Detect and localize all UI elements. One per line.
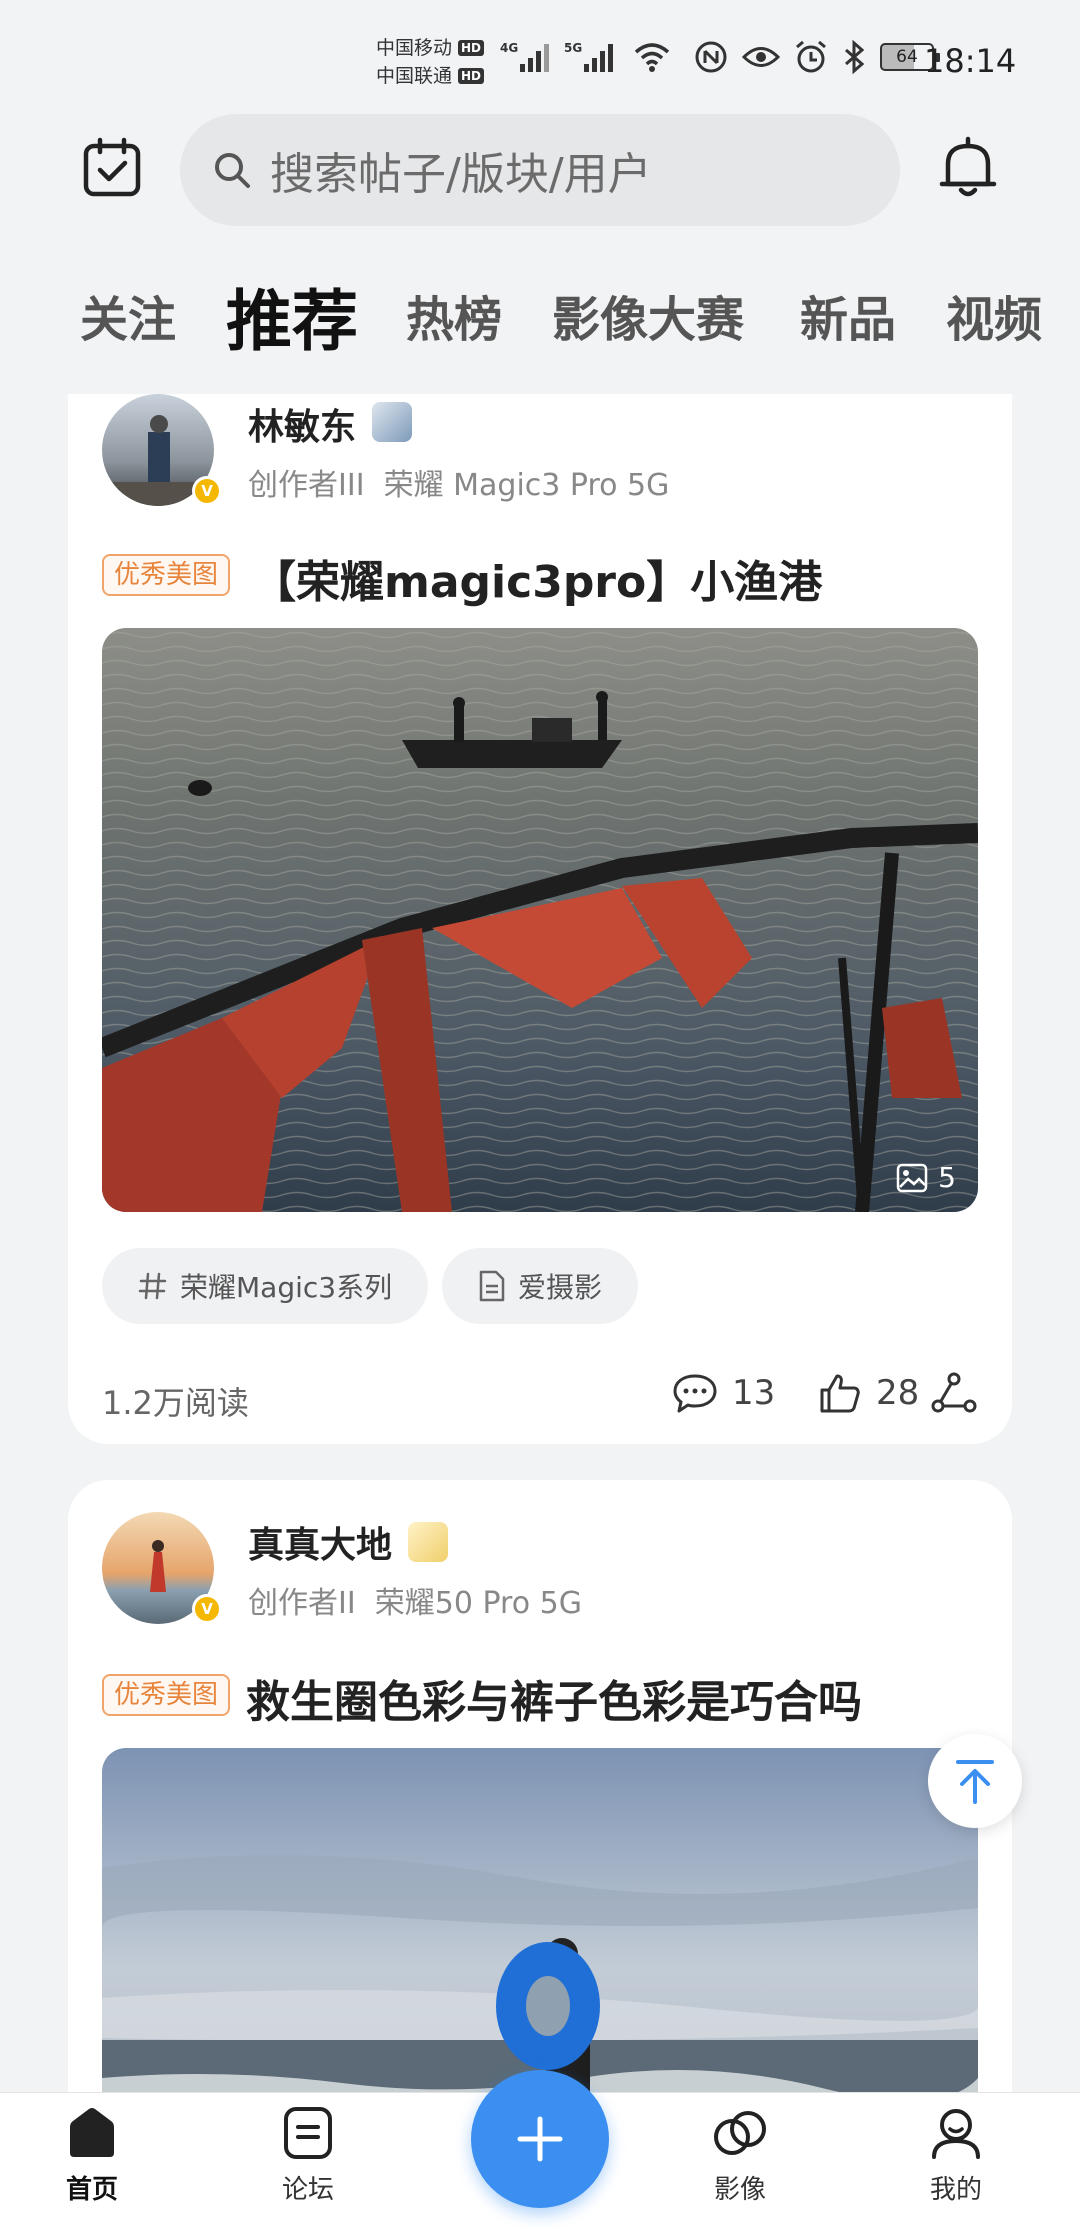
carrier-info: 中国移动 HD 中国联通 HD bbox=[376, 34, 485, 90]
verified-badge: V bbox=[192, 1594, 222, 1624]
notifications-button[interactable] bbox=[934, 134, 1002, 202]
creator-level-icon bbox=[408, 1522, 448, 1562]
tab-video[interactable]: 视频 bbox=[946, 280, 1042, 350]
topic-chip-label: 荣耀Magic3系列 bbox=[180, 1271, 393, 1304]
nav-profile[interactable]: 我的 bbox=[896, 2103, 1016, 2206]
nav-home[interactable]: 首页 bbox=[32, 2103, 152, 2206]
nav-profile-label: 我的 bbox=[929, 2175, 982, 2205]
nav-home-label: 首页 bbox=[65, 2175, 118, 2205]
share-button[interactable] bbox=[930, 1372, 978, 1414]
image-gallery-icon bbox=[896, 1163, 928, 1192]
post-card[interactable]: V 林敏东 创作者III 荣耀 Magic3 Pro 5G 优秀美图 【荣耀ma… bbox=[68, 394, 1012, 1444]
thumbs-up-icon bbox=[820, 1374, 860, 1413]
author-meta: 创作者III 荣耀 Magic3 Pro 5G bbox=[248, 460, 669, 504]
signal-indicators: 4G 5G bbox=[500, 40, 672, 74]
post-title[interactable]: 救生圈色彩与裤子色彩是巧合吗 bbox=[246, 1666, 862, 1730]
nav-forum[interactable]: 论坛 bbox=[248, 2103, 368, 2206]
bluetooth-icon bbox=[845, 40, 865, 74]
imaging-icon bbox=[714, 2111, 766, 2155]
hd-badge: HD bbox=[458, 40, 485, 56]
forum-icon bbox=[284, 2107, 332, 2159]
forum-chip[interactable]: 爱摄影 bbox=[442, 1248, 639, 1324]
comment-button[interactable]: 13 bbox=[672, 1372, 775, 1414]
verified-badge: V bbox=[192, 476, 222, 506]
wifi-icon bbox=[634, 43, 670, 72]
arrow-up-icon bbox=[956, 1760, 994, 1804]
tab-follow[interactable]: 关注 bbox=[80, 280, 176, 350]
home-icon bbox=[70, 2108, 114, 2157]
like-count: 28 bbox=[876, 1373, 920, 1413]
excellent-photo-tag: 优秀美图 bbox=[102, 1674, 231, 1716]
clock: 18:14 bbox=[924, 42, 1017, 80]
author-meta: 创作者II 荣耀50 Pro 5G bbox=[248, 1578, 582, 1622]
nav-forum-label: 论坛 bbox=[281, 2175, 334, 2205]
check-in-button[interactable] bbox=[80, 136, 144, 200]
net-5g-label: 5G bbox=[564, 41, 582, 55]
calendar-check-icon bbox=[83, 137, 141, 197]
read-count: 1.2万阅读 bbox=[102, 1384, 249, 1422]
eye-icon bbox=[742, 47, 780, 67]
topic-chip[interactable]: 荣耀Magic3系列 bbox=[102, 1248, 429, 1324]
search-bar[interactable]: 搜索帖子/版块/用户 bbox=[180, 114, 900, 226]
excellent-photo-tag: 优秀美图 bbox=[102, 554, 231, 596]
tab-new-products[interactable]: 新品 bbox=[800, 280, 896, 350]
nav-imaging-label: 影像 bbox=[713, 2175, 766, 2205]
alarm-icon bbox=[796, 40, 826, 73]
creator-level: 创作者II bbox=[248, 1586, 356, 1621]
search-icon bbox=[215, 153, 250, 188]
tab-imaging-contest[interactable]: 影像大赛 bbox=[552, 280, 744, 350]
plus-icon bbox=[517, 2116, 563, 2162]
share-icon bbox=[931, 1372, 977, 1413]
top-bar: 搜索帖子/版块/用户 bbox=[0, 110, 1080, 230]
post-image[interactable]: 5 bbox=[102, 628, 978, 1212]
device-name: 荣耀 Magic3 Pro 5G bbox=[383, 468, 670, 503]
fishing-harbor-photo bbox=[102, 628, 978, 1212]
nfc-icon bbox=[695, 41, 727, 73]
scroll-to-top-button[interactable] bbox=[928, 1734, 1022, 1828]
post-title[interactable]: 【荣耀magic3pro】小渔港 bbox=[252, 546, 822, 610]
creator-level-icon bbox=[372, 402, 412, 442]
tab-recommend[interactable]: 推荐 bbox=[226, 268, 358, 364]
create-post-button[interactable] bbox=[471, 2070, 609, 2208]
profile-icon bbox=[932, 2109, 980, 2159]
carrier-2: 中国联通 bbox=[376, 65, 453, 87]
net-4g-label: 4G bbox=[500, 41, 518, 55]
carrier-1: 中国移动 bbox=[376, 37, 453, 59]
post-stats: 1.2万阅读 13 28 bbox=[102, 1372, 978, 1422]
signal-5g-icon: 5G bbox=[564, 41, 613, 72]
image-count: 5 bbox=[938, 1161, 956, 1194]
search-placeholder: 搜索帖子/版块/用户 bbox=[270, 149, 652, 200]
category-tabs: 关注 推荐 热榜 影像大赛 新品 视频 bbox=[0, 260, 1080, 370]
author-name[interactable]: 林敏东 bbox=[248, 398, 356, 450]
author-name[interactable]: 真真大地 bbox=[248, 1516, 392, 1568]
forum-chip-label: 爱摄影 bbox=[518, 1271, 603, 1304]
status-icons: 64 bbox=[694, 40, 940, 74]
like-button[interactable]: 28 bbox=[818, 1372, 919, 1414]
creator-level: 创作者III bbox=[248, 468, 365, 503]
image-count-overlay: 5 bbox=[896, 1161, 956, 1194]
signal-4g-icon: 4G bbox=[500, 41, 549, 72]
bell-icon bbox=[939, 136, 997, 197]
status-bar: 中国移动 HD 中国联通 HD 4G 5G 64 18:14 bbox=[0, 0, 1080, 120]
document-icon bbox=[479, 1270, 505, 1302]
comment-count: 13 bbox=[732, 1373, 776, 1413]
nav-imaging[interactable]: 影像 bbox=[680, 2103, 800, 2206]
hd-badge: HD bbox=[458, 68, 485, 84]
hash-icon bbox=[138, 1272, 167, 1300]
device-name: 荣耀50 Pro 5G bbox=[374, 1586, 582, 1621]
tab-hot[interactable]: 热榜 bbox=[406, 280, 502, 350]
comment-icon bbox=[673, 1374, 717, 1413]
battery-level: 64 bbox=[896, 47, 918, 67]
